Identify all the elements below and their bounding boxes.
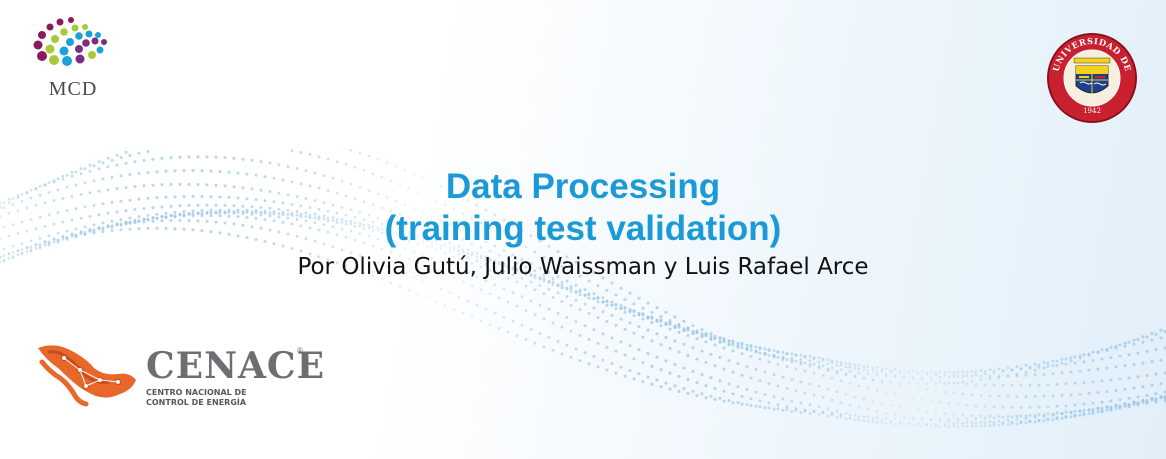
cenace-logo: CENACE ® CENTRO NACIONAL DE CONTROL DE E… <box>34 338 324 418</box>
cenace-registered-mark: ® <box>297 346 303 355</box>
seal-year: 1942 <box>1083 107 1101 115</box>
mcd-label: MCD <box>48 78 98 100</box>
cenace-subtitle: CENTRO NACIONAL DE CONTROL DE ENERGÍA <box>146 388 247 408</box>
title-slide: MCD UNIVERSIDAD DE SONORA 1942 Data Proc… <box>0 0 1166 459</box>
mcd-dots-icon <box>33 17 107 66</box>
slide-title-line-2: (training test validation) <box>384 209 782 248</box>
mexico-map-icon <box>38 345 136 407</box>
title-block: Data Processing (training test validatio… <box>0 166 1166 282</box>
cenace-subtitle-line-2: CONTROL DE ENERGÍA <box>146 398 247 407</box>
university-seal-icon: UNIVERSIDAD DE SONORA 1942 <box>1046 32 1137 123</box>
mcd-logo: MCD <box>28 14 118 106</box>
slide-authors: Por Olivia Gutú, Julio Waissman y Luis R… <box>297 254 869 280</box>
slide-title-line-1: Data Processing <box>445 167 721 206</box>
cenace-subtitle-line-1: CENTRO NACIONAL DE <box>146 388 247 397</box>
